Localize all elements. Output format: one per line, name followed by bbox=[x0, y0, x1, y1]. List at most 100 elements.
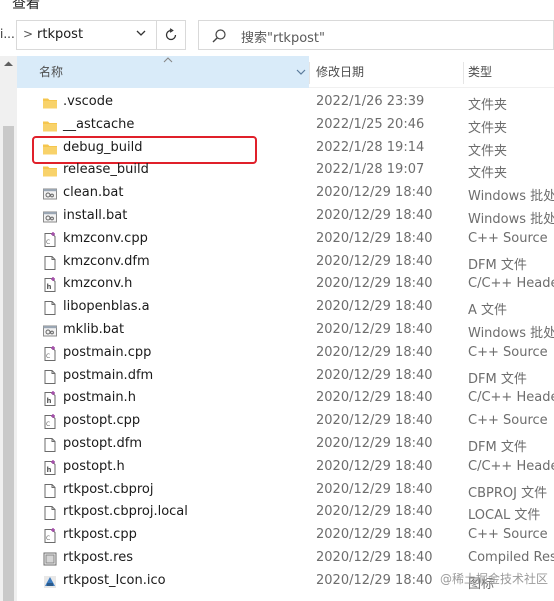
file-name[interactable]: libopenblas.a bbox=[63, 299, 150, 314]
list-item[interactable]: Ckmzconv.cpp 2020/12/29 18:40 C++ Source bbox=[17, 229, 554, 252]
file-name[interactable]: kmzconv.dfm bbox=[63, 254, 150, 269]
list-item[interactable]: h kmzconv.h 2020/12/29 18:40 C/C++ Heade bbox=[17, 274, 554, 297]
file-name[interactable]: __astcache bbox=[63, 117, 134, 132]
search-box[interactable]: 搜索"rtkpost" bbox=[198, 20, 554, 50]
sort-ascending-icon bbox=[163, 57, 173, 63]
file-name[interactable]: clean.bat bbox=[63, 185, 123, 200]
breadcrumb-separator[interactable]: > bbox=[23, 27, 33, 41]
file-modified-date: 2020/12/29 18:40 bbox=[316, 321, 433, 337]
resource-file-icon bbox=[42, 551, 58, 567]
folder-icon bbox=[42, 95, 58, 111]
list-item[interactable]: install.bat 2020/12/29 18:40 Windows 批处 bbox=[17, 206, 554, 229]
file-type: 文件夹 bbox=[468, 120, 508, 136]
column-divider[interactable] bbox=[463, 62, 464, 84]
address-cut-text: i... bbox=[0, 27, 15, 41]
list-item[interactable]: release_build 2022/1/28 19:07 文件夹 bbox=[17, 160, 554, 183]
breadcrumb-rtkpost[interactable]: rtkpost bbox=[37, 27, 83, 42]
scrollbar-thumb[interactable] bbox=[3, 126, 14, 601]
column-filter-chevron-icon[interactable] bbox=[295, 66, 307, 78]
file-type: C/C++ Heade bbox=[468, 458, 554, 474]
folder-icon bbox=[42, 118, 58, 134]
file-name[interactable]: postmain.cpp bbox=[63, 345, 151, 360]
file-name[interactable]: rtkpost.cbproj bbox=[63, 482, 153, 497]
file-name[interactable]: install.bat bbox=[63, 208, 127, 223]
file-type: Windows 批处 bbox=[468, 325, 554, 341]
list-item[interactable]: mklib.bat 2020/12/29 18:40 Windows 批处 bbox=[17, 320, 554, 343]
menu-strip: 查看 bbox=[0, 0, 554, 14]
refresh-button[interactable] bbox=[156, 20, 186, 50]
list-item[interactable]: clean.bat 2020/12/29 18:40 Windows 批处 bbox=[17, 183, 554, 206]
svg-text:h: h bbox=[47, 397, 52, 405]
folder-icon bbox=[42, 163, 58, 179]
list-item[interactable]: Cpostmain.cpp 2020/12/29 18:40 C++ Source bbox=[17, 343, 554, 366]
list-item[interactable]: rtkpost.cbproj 2020/12/29 18:40 CBPROJ 文件 bbox=[17, 480, 554, 503]
svg-text:h: h bbox=[47, 283, 52, 291]
file-modified-date: 2020/12/29 18:40 bbox=[316, 253, 433, 269]
file-name[interactable]: kmzconv.cpp bbox=[63, 231, 148, 246]
file-name[interactable]: postopt.cpp bbox=[63, 413, 140, 428]
file-name[interactable]: postmain.dfm bbox=[63, 368, 153, 383]
file-modified-date: 2020/12/29 18:40 bbox=[316, 276, 433, 292]
file-name[interactable]: mklib.bat bbox=[63, 322, 124, 337]
list-item[interactable]: .vscode 2022/1/26 23:39 文件夹 bbox=[17, 92, 554, 115]
generic-file-icon bbox=[42, 505, 58, 521]
file-name[interactable]: postopt.h bbox=[63, 459, 125, 474]
column-header-date[interactable]: 修改日期 bbox=[316, 56, 456, 88]
vertical-scrollbar[interactable] bbox=[0, 56, 17, 601]
column-header-name[interactable]: 名称 bbox=[17, 56, 309, 88]
file-modified-date: 2022/1/28 19:07 bbox=[316, 162, 425, 178]
list-item[interactable]: h postmain.h 2020/12/29 18:40 C/C++ Heade bbox=[17, 388, 554, 411]
list-item[interactable]: libopenblas.a 2020/12/29 18:40 A 文件 bbox=[17, 297, 554, 320]
file-modified-date: 2020/12/29 18:40 bbox=[316, 549, 433, 565]
list-item[interactable]: __astcache 2022/1/25 20:46 文件夹 bbox=[17, 115, 554, 138]
svg-text:C: C bbox=[46, 353, 50, 360]
list-item[interactable]: postmain.dfm 2020/12/29 18:40 DFM 文件 bbox=[17, 366, 554, 389]
column-divider[interactable] bbox=[309, 62, 310, 84]
list-item[interactable]: Cpostopt.cpp 2020/12/29 18:40 C++ Source bbox=[17, 411, 554, 434]
file-name[interactable]: .vscode bbox=[63, 94, 113, 109]
file-modified-date: 2020/12/29 18:40 bbox=[316, 207, 433, 223]
list-item[interactable]: Crtkpost.cpp 2020/12/29 18:40 C++ Source bbox=[17, 525, 554, 548]
list-item[interactable]: rtkpost.res 2020/12/29 18:40 Compiled Res bbox=[17, 548, 554, 571]
chevron-down-icon[interactable] bbox=[134, 26, 148, 40]
header-file-icon: h bbox=[42, 459, 58, 476]
file-modified-date: 2020/12/29 18:40 bbox=[316, 185, 433, 201]
view-menu-label[interactable]: 查看 bbox=[12, 0, 40, 13]
file-type: DFM 文件 bbox=[468, 371, 527, 387]
svg-text:C: C bbox=[46, 535, 50, 542]
cpp-file-icon: C bbox=[42, 528, 58, 544]
list-item[interactable]: h postopt.h 2020/12/29 18:40 C/C++ Heade bbox=[17, 457, 554, 480]
list-item[interactable]: postopt.dfm 2020/12/29 18:40 DFM 文件 bbox=[17, 434, 554, 457]
generic-file-icon bbox=[42, 369, 58, 385]
file-name[interactable]: rtkpost.cpp bbox=[63, 527, 137, 542]
file-name[interactable]: debug_build bbox=[63, 140, 142, 155]
file-modified-date: 2020/12/29 18:40 bbox=[316, 527, 433, 543]
file-modified-date: 2020/12/29 18:40 bbox=[316, 230, 433, 246]
list-item-highlighted[interactable]: debug_build 2022/1/28 19:14 文件夹 bbox=[17, 135, 554, 164]
scroll-up-arrow-icon[interactable] bbox=[3, 60, 14, 68]
generic-file-icon bbox=[42, 300, 58, 316]
address-bar[interactable]: > rtkpost bbox=[16, 20, 156, 50]
list-item[interactable]: kmzconv.dfm 2020/12/29 18:40 DFM 文件 bbox=[17, 252, 554, 275]
file-list: .vscode 2022/1/26 23:39 文件夹 __astcache 2022/… bbox=[17, 92, 554, 594]
file-type: A 文件 bbox=[468, 303, 508, 319]
column-header-type[interactable]: 类型 bbox=[468, 56, 554, 88]
cpp-file-icon: C bbox=[42, 345, 58, 362]
file-name[interactable]: postopt.dfm bbox=[63, 436, 142, 451]
file-name[interactable]: rtkpost_Icon.ico bbox=[63, 573, 166, 588]
svg-text:h: h bbox=[47, 466, 52, 474]
file-modified-date: 2020/12/29 18:40 bbox=[316, 504, 433, 520]
file-name[interactable]: postmain.h bbox=[63, 390, 136, 405]
list-item[interactable]: rtkpost.cbproj.local 2020/12/29 18:40 LOCA… bbox=[17, 502, 554, 525]
file-name[interactable]: kmzconv.h bbox=[63, 276, 132, 291]
file-type: Windows 批处 bbox=[468, 189, 554, 205]
search-input[interactable]: 搜索"rtkpost" bbox=[241, 27, 325, 46]
file-name[interactable]: release_build bbox=[63, 162, 149, 177]
file-type: C/C++ Heade bbox=[468, 390, 554, 406]
file-name[interactable]: rtkpost.cbproj.local bbox=[63, 504, 188, 519]
file-type: 文件夹 bbox=[468, 166, 508, 182]
file-modified-date: 2020/12/29 18:40 bbox=[316, 572, 433, 588]
folder-icon bbox=[42, 141, 58, 157]
file-name[interactable]: rtkpost.res bbox=[63, 550, 133, 565]
file-modified-date: 2022/1/26 23:39 bbox=[316, 94, 425, 109]
